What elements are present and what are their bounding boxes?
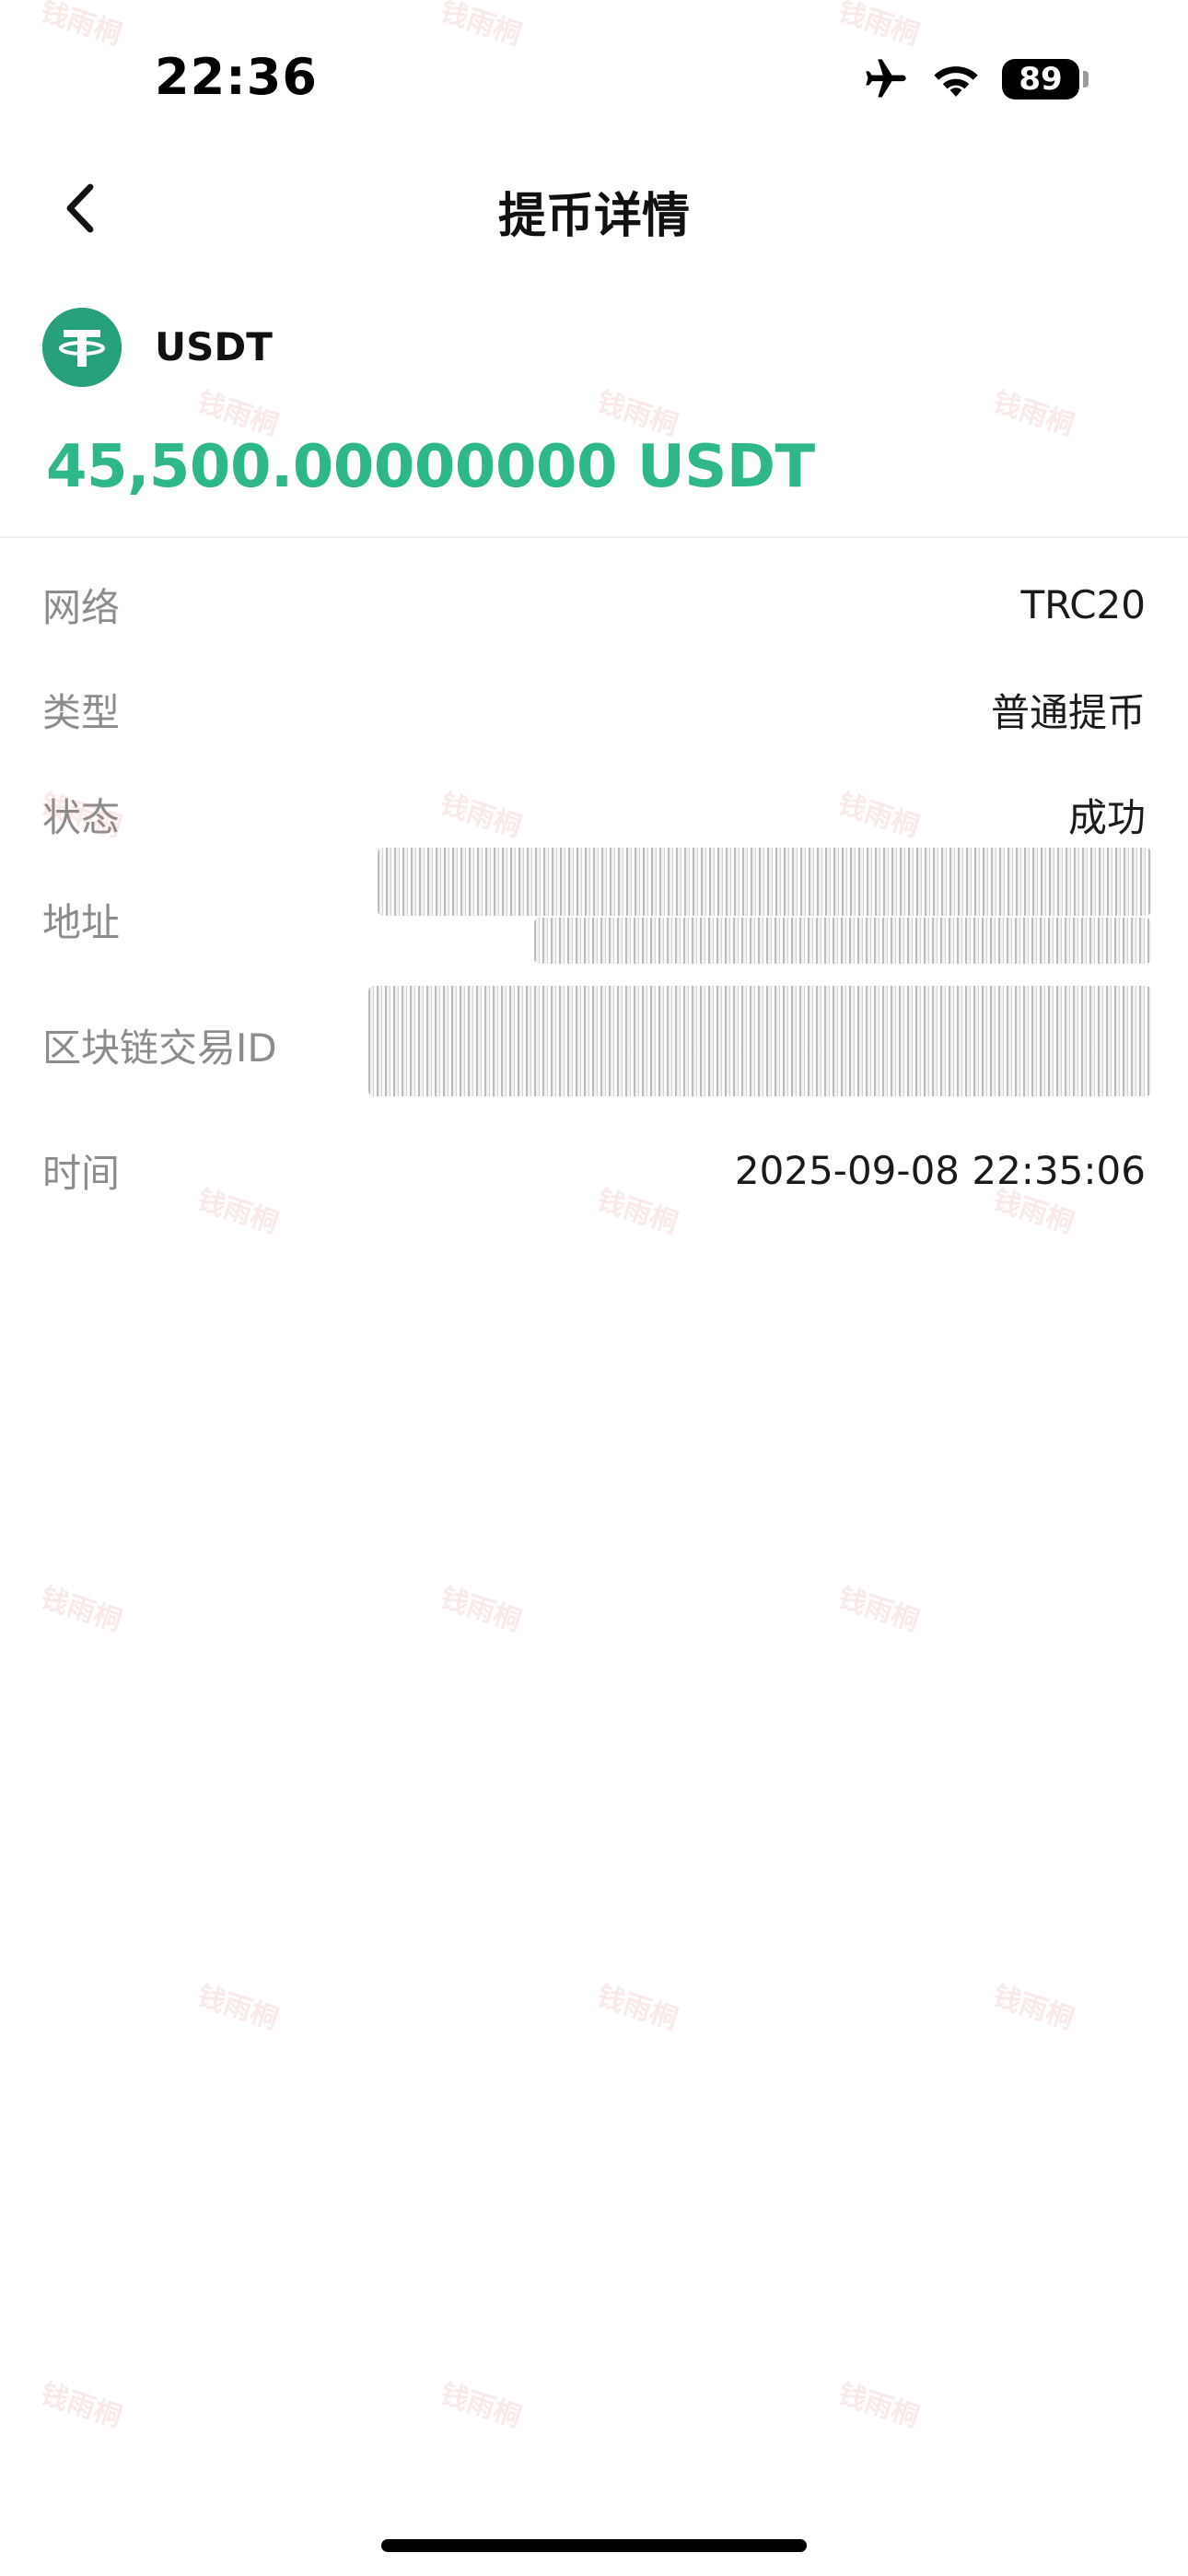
watermark-text: 钱雨桐	[436, 0, 526, 52]
txid-label: 区块链交易ID	[42, 1025, 277, 1071]
watermark-text: 钱雨桐	[988, 1979, 1078, 2036]
watermark-text: 钱雨桐	[436, 2377, 526, 2434]
type-label: 类型	[42, 690, 121, 735]
status-value: 成功	[1067, 795, 1146, 840]
wifi-icon	[930, 59, 982, 100]
watermark-text: 钱雨桐	[36, 1581, 126, 1638]
battery-icon: 89	[1002, 59, 1089, 100]
watermark-text: 钱雨桐	[36, 2377, 126, 2434]
txid-redacted-block	[368, 986, 1151, 1096]
section-divider	[0, 536, 1188, 538]
time-value: 2025-09-08 22:35:06	[734, 1148, 1146, 1193]
tether-logo-icon	[42, 308, 122, 387]
address-redacted-line-2	[534, 918, 1151, 964]
detail-row-network: 网络 TRC20	[42, 577, 1146, 633]
home-indicator[interactable]	[381, 2539, 807, 2552]
withdrawal-amount: 45,500.00000000 USDT	[46, 433, 815, 501]
status-label: 状态	[42, 795, 121, 840]
watermark-text: 钱雨桐	[833, 2377, 924, 2434]
watermark-text: 钱雨桐	[833, 1581, 924, 1638]
watermark-text: 钱雨桐	[833, 0, 924, 52]
detail-row-type: 类型 普通提币	[42, 682, 1146, 738]
watermark-text: 钱雨桐	[436, 1581, 526, 1638]
airplane-icon	[862, 55, 910, 103]
detail-row-time: 时间 2025-09-08 22:35:06	[42, 1142, 1146, 1199]
battery-cap	[1083, 71, 1089, 88]
detail-row-status: 状态 成功	[42, 787, 1146, 843]
watermark-text: 钱雨桐	[988, 385, 1078, 442]
battery-level: 89	[1019, 61, 1063, 98]
watermark-text: 钱雨桐	[592, 1979, 682, 2036]
page-title: 提币详情	[497, 189, 690, 244]
status-bar-icons: 89	[862, 53, 1089, 105]
status-bar-time: 22:36	[155, 48, 318, 106]
network-label: 网络	[42, 585, 121, 630]
time-label: 时间	[42, 1151, 121, 1196]
address-label: 地址	[42, 900, 121, 945]
address-redacted-line-1	[378, 848, 1151, 916]
coin-name: USDT	[155, 324, 273, 369]
network-value: TRC20	[1020, 582, 1146, 627]
watermark-text: 钱雨桐	[36, 0, 126, 52]
type-value: 普通提币	[990, 690, 1146, 735]
watermark-text: 钱雨桐	[192, 1979, 283, 2036]
